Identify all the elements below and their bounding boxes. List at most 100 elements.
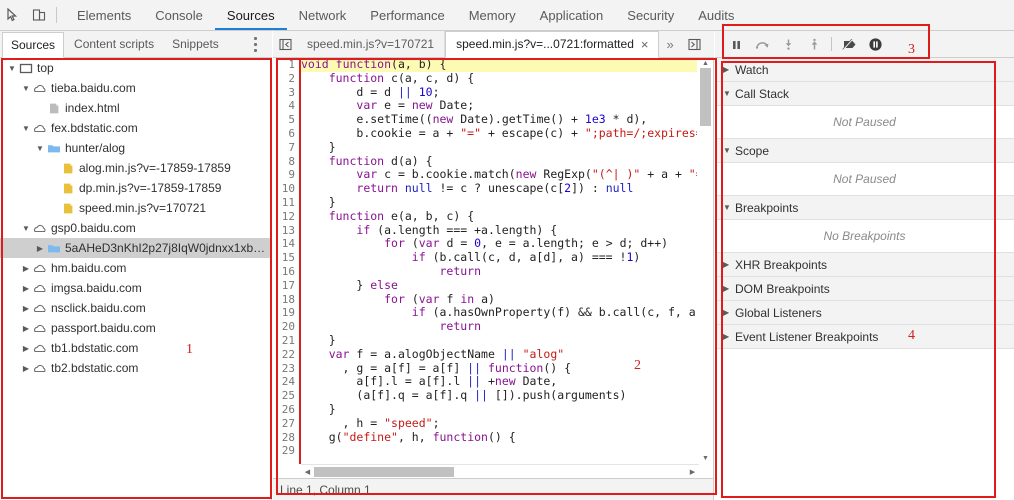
line-number[interactable]: 29 bbox=[273, 444, 299, 458]
pause-on-exceptions-button[interactable] bbox=[862, 31, 888, 57]
tab-console[interactable]: Console bbox=[143, 0, 215, 30]
line-number[interactable]: 1 bbox=[273, 58, 299, 72]
line-number[interactable]: 27 bbox=[273, 417, 299, 431]
code-line[interactable]: b.cookie = a + "=" + escape(c) + ";path=… bbox=[301, 126, 697, 141]
tree-node[interactable]: ▶ imgsa.baidu.com bbox=[0, 278, 271, 298]
line-number[interactable]: 20 bbox=[273, 320, 299, 334]
code-line[interactable]: for (var d = 0, e = a.length; e > d; d++… bbox=[301, 236, 697, 251]
line-number[interactable]: 22 bbox=[273, 348, 299, 362]
line-number[interactable]: 11 bbox=[273, 196, 299, 210]
tree-node[interactable]: ▼ top bbox=[0, 58, 271, 78]
sources-file-tree[interactable]: ▼ top ▼ tieba.baidu.com index.html ▼ fex.bdsta… bbox=[0, 58, 272, 500]
chevron-down-icon[interactable]: ▼ bbox=[6, 62, 18, 74]
tree-node[interactable]: ▶ nsclick.baidu.com bbox=[0, 298, 271, 318]
chevron-down-icon[interactable]: ▼ bbox=[34, 142, 46, 154]
sidebar-section-header[interactable]: ▶ XHR Breakpoints bbox=[715, 253, 1014, 277]
line-number[interactable]: 8 bbox=[273, 155, 299, 169]
tree-node[interactable]: ▶ passport.baidu.com bbox=[0, 318, 271, 338]
code-line[interactable]: } bbox=[301, 402, 697, 417]
code-content[interactable]: void function(a, b) { function c(a, c, d… bbox=[301, 58, 697, 478]
tree-node[interactable]: index.html bbox=[0, 98, 271, 118]
subtab-content-scripts[interactable]: Content scripts bbox=[66, 34, 162, 55]
tree-node[interactable]: alog.min.js?v=-17859-17859 bbox=[0, 158, 271, 178]
line-number[interactable]: 12 bbox=[273, 210, 299, 224]
tree-node[interactable]: ▼ gsp0.baidu.com bbox=[0, 218, 271, 238]
code-line[interactable] bbox=[301, 444, 697, 458]
step-into-next-function-call-button[interactable] bbox=[775, 31, 801, 57]
scroll-left-icon[interactable]: ◀ bbox=[301, 465, 314, 478]
editor-horizontal-scrollbar[interactable]: ◀ ▶ bbox=[301, 464, 699, 478]
line-number[interactable]: 17 bbox=[273, 279, 299, 293]
code-line[interactable]: if (b.call(c, d, a[d], a) === !1) bbox=[301, 250, 697, 265]
tree-node[interactable]: ▶ tb2.bdstatic.com bbox=[0, 358, 271, 378]
code-line[interactable]: (a[f].q = a[f].q || []).push(arguments) bbox=[301, 388, 697, 403]
chevron-right-icon[interactable]: ▶ bbox=[20, 362, 32, 374]
chevron-right-icon[interactable]: ▶ bbox=[34, 242, 46, 254]
editor-tab-speed-min-js-formatted[interactable]: speed.min.js?v=...0721:formatted × bbox=[445, 30, 660, 58]
sidebar-section-header[interactable]: ▶ DOM Breakpoints bbox=[715, 277, 1014, 301]
code-line[interactable]: , g = a[f] = a[f] || function() { bbox=[301, 361, 697, 376]
tab-security[interactable]: Security bbox=[615, 0, 686, 30]
chevron-right-icon[interactable]: ▶ bbox=[20, 322, 32, 334]
code-line[interactable]: } bbox=[301, 333, 697, 348]
line-number[interactable]: 15 bbox=[273, 251, 299, 265]
code-line[interactable]: function c(a, c, d) { bbox=[301, 71, 697, 86]
line-number[interactable]: 9 bbox=[273, 168, 299, 182]
tree-node[interactable]: speed.min.js?v=170721 bbox=[0, 198, 271, 218]
chevron-right-icon[interactable]: ▶ bbox=[20, 262, 32, 274]
tree-node[interactable]: ▶ tb1.bdstatic.com bbox=[0, 338, 271, 358]
code-line[interactable]: } bbox=[301, 195, 697, 210]
code-line[interactable]: if (a.hasOwnProperty(f) && b.call(c, f, … bbox=[301, 305, 697, 320]
line-number[interactable]: 5 bbox=[273, 113, 299, 127]
editor-vertical-scrollbar[interactable]: ▲ ▼ bbox=[699, 58, 712, 464]
subtab-snippets[interactable]: Snippets bbox=[164, 34, 227, 55]
code-line[interactable]: return null != c ? unescape(c[2]) : null bbox=[301, 181, 697, 196]
deactivate-breakpoints-button[interactable] bbox=[836, 31, 862, 57]
line-number[interactable]: 10 bbox=[273, 182, 299, 196]
sidebar-section-header[interactable]: ▶ Watch bbox=[715, 58, 1014, 82]
code-line[interactable]: function e(a, b, c) { bbox=[301, 209, 697, 224]
code-line[interactable]: return bbox=[301, 319, 697, 334]
code-line[interactable]: var c = b.cookie.match(new RegExp("(^| )… bbox=[301, 167, 697, 182]
horizontal-scroll-thumb[interactable] bbox=[314, 467, 454, 477]
tree-node[interactable]: dp.min.js?v=-17859-17859 bbox=[0, 178, 271, 198]
device-toolbar-icon[interactable] bbox=[26, 0, 52, 30]
line-number[interactable]: 2 bbox=[273, 72, 299, 86]
sidebar-section-header[interactable]: ▶ Global Listeners bbox=[715, 301, 1014, 325]
sidebar-section-header[interactable]: ▼ Breakpoints bbox=[715, 196, 1014, 220]
inspect-element-icon[interactable] bbox=[0, 0, 26, 30]
editor-tab-speed-min-js[interactable]: speed.min.js?v=170721 bbox=[297, 31, 446, 57]
step-out-of-current-function-button[interactable] bbox=[801, 31, 827, 57]
line-number[interactable]: 14 bbox=[273, 237, 299, 251]
code-line[interactable]: a[f].l = a[f].l || +new Date, bbox=[301, 374, 697, 389]
chevron-right-icon[interactable]: ▶ bbox=[20, 282, 32, 294]
code-line[interactable]: return bbox=[301, 264, 697, 279]
more-options-icon[interactable] bbox=[248, 33, 262, 55]
line-number[interactable]: 28 bbox=[273, 431, 299, 445]
tab-application[interactable]: Application bbox=[528, 0, 616, 30]
tree-node[interactable]: ▼ fex.bdstatic.com bbox=[0, 118, 271, 138]
line-number[interactable]: 13 bbox=[273, 224, 299, 238]
tab-elements[interactable]: Elements bbox=[65, 0, 143, 30]
scroll-right-icon[interactable]: ▶ bbox=[686, 465, 699, 478]
code-line[interactable]: var f = a.alogObjectName || "alog" bbox=[301, 347, 697, 362]
line-number[interactable]: 18 bbox=[273, 293, 299, 307]
tree-node[interactable]: ▶ 5aAHeD3nKhI2p27j8IqW0jdnxx1xbK/tb bbox=[0, 238, 271, 258]
sidebar-section-header[interactable]: ▶ Event Listener Breakpoints bbox=[715, 325, 1014, 349]
code-line[interactable]: , h = "speed"; bbox=[301, 416, 697, 431]
line-number[interactable]: 6 bbox=[273, 127, 299, 141]
code-editor[interactable]: 1 2 3 4 5 6 7 8 9 10 11 12 13 14 15 16 17 18 19 20 21 22 23 24 2… bbox=[273, 58, 714, 478]
chevron-right-icon[interactable]: ▶ bbox=[20, 302, 32, 314]
tab-performance[interactable]: Performance bbox=[358, 0, 456, 30]
step-over-next-function-call-button[interactable] bbox=[749, 31, 775, 57]
code-line[interactable]: d = d || 10; bbox=[301, 85, 697, 100]
vertical-scroll-thumb[interactable] bbox=[700, 68, 711, 126]
show-navigator-icon[interactable] bbox=[273, 31, 297, 57]
code-line[interactable]: g("define", h, function() { bbox=[301, 430, 697, 445]
tree-node[interactable]: ▶ hm.baidu.com bbox=[0, 258, 271, 278]
line-number[interactable]: 16 bbox=[273, 265, 299, 279]
line-number[interactable]: 7 bbox=[273, 141, 299, 155]
code-line[interactable]: } bbox=[301, 140, 697, 155]
line-number[interactable]: 3 bbox=[273, 86, 299, 100]
tree-node[interactable]: ▼ hunter/alog bbox=[0, 138, 271, 158]
